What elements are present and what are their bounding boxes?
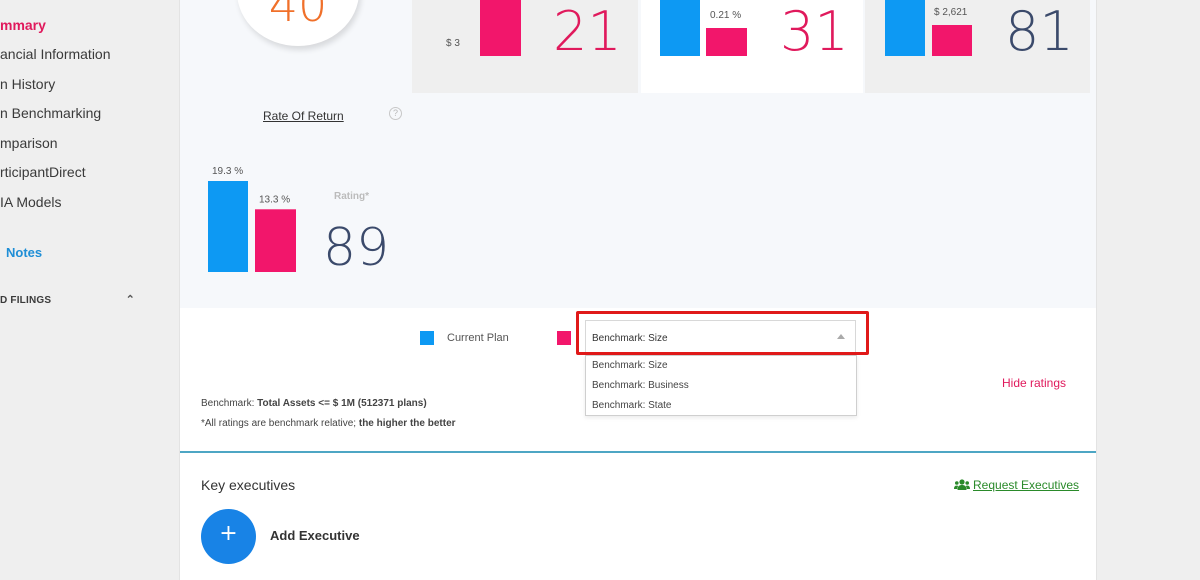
chevron-up-icon: ⌃: [125, 294, 135, 306]
rating-card: $ 3 21: [412, 0, 638, 93]
rating-card: 0.21 % 31: [641, 0, 863, 93]
sidebar-item-participantdirect[interactable]: rticipantDirect: [0, 164, 86, 180]
benchmark-dropdown: Benchmark: Size Benchmark: Business Benc…: [585, 355, 857, 416]
filings-section-toggle[interactable]: D FILINGS ⌃: [0, 294, 135, 306]
benchmark-select[interactable]: Benchmark: Size: [585, 320, 856, 353]
card-value-label: $ 2,621: [934, 7, 968, 18]
card-rating: 81: [1005, 0, 1074, 63]
sidebar-item-benchmarking[interactable]: n Benchmarking: [0, 105, 101, 121]
add-executive-button[interactable]: +: [201, 509, 256, 564]
benchmark-swatch: [557, 331, 571, 345]
card-rating: 31: [780, 0, 849, 63]
section-divider: [180, 451, 1096, 453]
rating-card: $ 2,621 81: [865, 0, 1090, 93]
card-value-label: $ 3: [446, 38, 460, 49]
sidebar-item-summary[interactable]: mmary: [0, 17, 46, 33]
benchmark-prefix: Benchmark:: [201, 398, 258, 409]
filings-label: D FILINGS: [0, 295, 52, 306]
help-icon[interactable]: ?: [389, 107, 402, 120]
benchmark-select-value: Benchmark: Size: [592, 333, 668, 344]
request-executives-link[interactable]: Request Executives: [954, 478, 1079, 492]
overall-score-value: 40: [268, 0, 328, 32]
card-rating: 21: [553, 0, 622, 63]
chevron-up-icon: [837, 334, 845, 339]
benchmark-bar: [480, 0, 521, 56]
rate-of-return-link[interactable]: Rate Of Return: [263, 109, 344, 123]
notes-link[interactable]: Notes: [6, 245, 42, 260]
note-emphasis: the higher the better: [358, 418, 456, 429]
sidebar-item-comparison[interactable]: mparison: [0, 135, 58, 151]
current-plan-swatch: [420, 331, 434, 345]
current-plan-legend: Current Plan: [447, 332, 509, 344]
card-value-label: 0.21 %: [710, 10, 742, 21]
note-prefix: *All ratings are benchmark relative;: [201, 418, 359, 429]
benchmark-option-state[interactable]: Benchmark: State: [592, 400, 671, 411]
ror-data-label: 19.3 %: [212, 166, 243, 177]
main-panel: 40 $ 3 21 0.21 % 31 $ 2,621 81 Rate Of R…: [179, 0, 1097, 580]
sidebar-item-models[interactable]: IA Models: [0, 194, 61, 210]
hide-ratings-link[interactable]: Hide ratings: [1002, 376, 1066, 390]
sidebar-item-financial-information[interactable]: ancial Information: [0, 46, 111, 62]
sidebar-item-history[interactable]: n History: [0, 76, 55, 92]
sidebar: mmary ancial Information n History n Ben…: [0, 0, 165, 580]
rating-label: Rating*: [334, 191, 369, 202]
benchmark-bar: [706, 28, 747, 56]
benchmark-bar: [932, 25, 972, 56]
overall-score-gauge: 40: [237, 0, 359, 46]
ror-data-label: 13.3 %: [259, 194, 290, 205]
rate-of-return-rating: 89: [323, 218, 390, 278]
ror-benchmark-bar: [255, 209, 296, 272]
benchmark-option-size[interactable]: Benchmark: Size: [592, 360, 668, 371]
ratings-note: *All ratings are benchmark relative; the…: [201, 418, 456, 429]
request-executives-label: Request Executives: [973, 478, 1080, 492]
benchmark-description: Benchmark: Total Assets <= $ 1M (512371 …: [201, 398, 427, 409]
ror-current-bar: [208, 181, 248, 272]
current-plan-bar: [885, 0, 925, 56]
current-plan-bar: [660, 0, 700, 56]
plus-icon: +: [219, 521, 238, 546]
key-executives-title: Key executives: [201, 477, 296, 493]
users-icon: [954, 479, 970, 490]
benchmark-value: Total Assets <= $ 1M (512371 plans): [257, 398, 427, 409]
benchmark-option-business[interactable]: Benchmark: Business: [592, 380, 689, 391]
add-executive-label[interactable]: Add Executive: [270, 528, 360, 543]
ratings-area: 40 $ 3 21 0.21 % 31 $ 2,621 81 Rate Of R…: [180, 0, 1096, 308]
